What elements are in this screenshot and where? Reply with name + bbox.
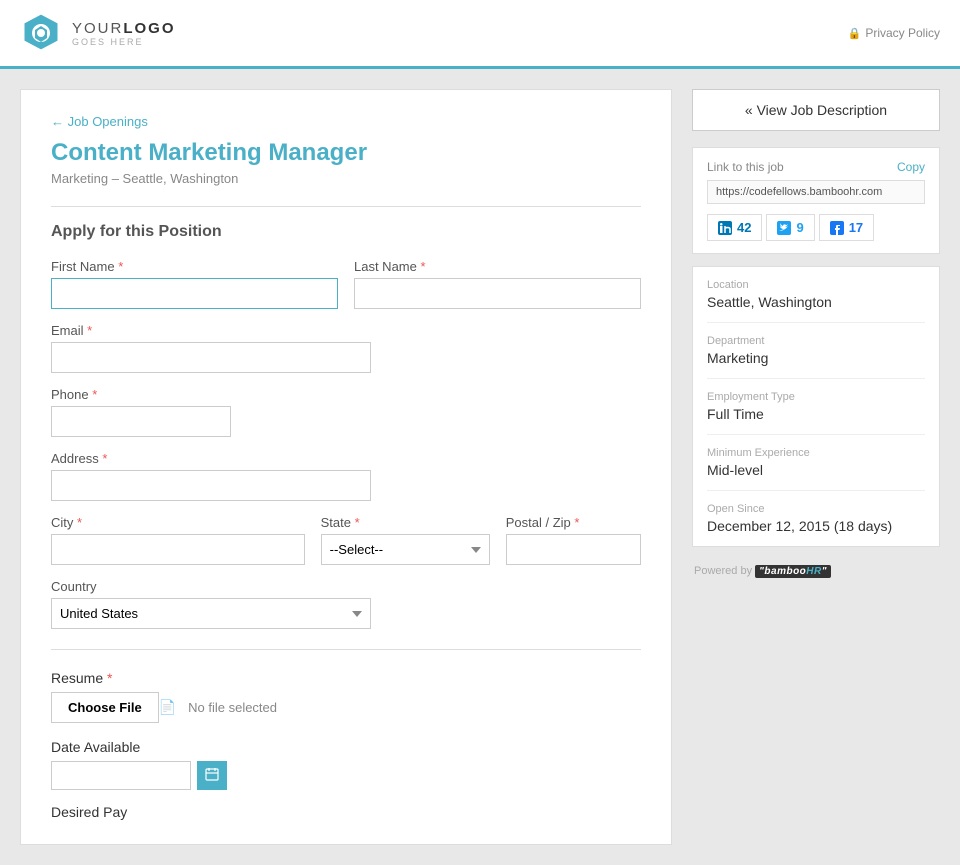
- phone-group: Phone *: [51, 387, 641, 437]
- calendar-icon: [205, 767, 219, 781]
- state-label: State *: [321, 515, 490, 530]
- open-since-value: December 12, 2015 (18 days): [707, 518, 925, 534]
- last-name-label: Last Name *: [354, 259, 641, 274]
- date-input[interactable]: [51, 761, 191, 790]
- city-input[interactable]: [51, 534, 305, 565]
- link-section: Link to this job Copy https://codefellow…: [692, 147, 940, 254]
- twitter-icon: [777, 221, 791, 235]
- lock-icon: 🔒: [848, 27, 862, 40]
- last-name-input[interactable]: [354, 278, 641, 309]
- phone-row: Phone *: [51, 387, 641, 437]
- email-row: Email *: [51, 323, 641, 373]
- address-label: Address *: [51, 451, 641, 466]
- employment-type-value: Full Time: [707, 406, 925, 422]
- main-layout: Job Openings Content Marketing Manager M…: [0, 69, 960, 865]
- last-name-group: Last Name *: [354, 259, 641, 309]
- job-openings-link[interactable]: Job Openings: [51, 114, 148, 129]
- open-since-row: Open Since December 12, 2015 (18 days): [707, 491, 925, 546]
- privacy-policy-link[interactable]: Privacy Policy: [865, 26, 940, 40]
- email-label: Email *: [51, 323, 641, 338]
- country-label: Country: [51, 579, 641, 594]
- employment-type-row: Employment Type Full Time: [707, 379, 925, 435]
- powered-by: Powered by "bambooHR": [692, 559, 940, 584]
- date-available-label: Date Available: [51, 739, 140, 755]
- city-group: City *: [51, 515, 305, 565]
- logo-icon: [20, 12, 62, 54]
- copy-button[interactable]: Copy: [897, 160, 925, 174]
- first-name-group: First Name *: [51, 259, 338, 309]
- resume-section: Resume * Choose File 📄 No file selected: [51, 670, 641, 723]
- location-label: Location: [707, 279, 925, 291]
- phone-input[interactable]: [51, 406, 231, 437]
- calendar-button[interactable]: [197, 761, 227, 790]
- breadcrumb: Job Openings: [51, 114, 641, 129]
- info-panel: Location Seattle, Washington Department …: [692, 266, 940, 547]
- state-group: State * --Select--: [321, 515, 490, 565]
- first-name-input[interactable]: [51, 278, 338, 309]
- state-select[interactable]: --Select--: [321, 534, 490, 565]
- linkedin-share-button[interactable]: 42: [707, 214, 762, 241]
- logo-brand: YOURLOGO: [72, 20, 176, 37]
- address-group: Address *: [51, 451, 641, 501]
- facebook-share-button[interactable]: 17: [819, 214, 874, 241]
- min-exp-row: Minimum Experience Mid-level: [707, 435, 925, 491]
- country-group: Country United States: [51, 579, 641, 629]
- job-title: Content Marketing Manager: [51, 139, 641, 167]
- min-exp-value: Mid-level: [707, 462, 925, 478]
- location-row: Location Seattle, Washington: [707, 267, 925, 323]
- name-row: First Name * Last Name *: [51, 259, 641, 309]
- country-select[interactable]: United States: [51, 598, 371, 629]
- desired-pay-section: Desired Pay: [51, 804, 641, 820]
- phone-label: Phone *: [51, 387, 641, 402]
- divider-1: [51, 206, 641, 207]
- header-right: 🔒 Privacy Policy: [848, 26, 940, 40]
- date-available-section: Date Available: [51, 739, 641, 790]
- bamboohr-logo: "bambooHR": [755, 565, 831, 578]
- linkedin-icon: [718, 221, 732, 235]
- department-value: Marketing: [707, 350, 925, 366]
- email-group: Email *: [51, 323, 641, 373]
- file-icon: 📄: [159, 699, 176, 716]
- zip-label: Postal / Zip *: [506, 515, 641, 530]
- date-row: [51, 761, 641, 790]
- link-to-job-label: Link to this job: [707, 160, 784, 174]
- zip-group: Postal / Zip *: [506, 515, 641, 565]
- file-upload-row: Choose File 📄 No file selected: [51, 692, 641, 723]
- view-job-description-button[interactable]: « View Job Description: [692, 89, 940, 131]
- address-input[interactable]: [51, 470, 371, 501]
- department-row: Department Marketing: [707, 323, 925, 379]
- link-header: Link to this job Copy: [707, 160, 925, 174]
- desired-pay-label: Desired Pay: [51, 804, 127, 820]
- location-value: Seattle, Washington: [707, 294, 925, 310]
- facebook-icon: [830, 221, 844, 235]
- address-row: Address *: [51, 451, 641, 501]
- file-status: No file selected: [188, 700, 277, 715]
- link-url: https://codefellows.bamboohr.com: [707, 180, 925, 204]
- logo-text: YOURLOGO GOES HERE: [72, 20, 176, 47]
- apply-section-title: Apply for this Position: [51, 223, 641, 241]
- resume-label: Resume *: [51, 670, 112, 686]
- right-panel: « View Job Description Link to this job …: [692, 89, 940, 584]
- left-panel: Job Openings Content Marketing Manager M…: [20, 89, 672, 845]
- first-name-label: First Name *: [51, 259, 338, 274]
- choose-file-button[interactable]: Choose File: [51, 692, 159, 723]
- social-row: 42 9 17: [707, 214, 925, 241]
- header: YOURLOGO GOES HERE 🔒 Privacy Policy: [0, 0, 960, 69]
- logo-sub: GOES HERE: [72, 37, 176, 47]
- open-since-label: Open Since: [707, 503, 925, 515]
- logo-area: YOURLOGO GOES HERE: [20, 12, 176, 54]
- city-label: City *: [51, 515, 305, 530]
- zip-input[interactable]: [506, 534, 641, 565]
- twitter-share-button[interactable]: 9: [766, 214, 814, 241]
- divider-2: [51, 649, 641, 650]
- department-label: Department: [707, 335, 925, 347]
- country-row: Country United States: [51, 579, 641, 629]
- min-exp-label: Minimum Experience: [707, 447, 925, 459]
- job-meta: Marketing – Seattle, Washington: [51, 171, 641, 186]
- employment-type-label: Employment Type: [707, 391, 925, 403]
- email-input[interactable]: [51, 342, 371, 373]
- city-state-zip-row: City * State * --Select-- Postal / Zip *: [51, 515, 641, 565]
